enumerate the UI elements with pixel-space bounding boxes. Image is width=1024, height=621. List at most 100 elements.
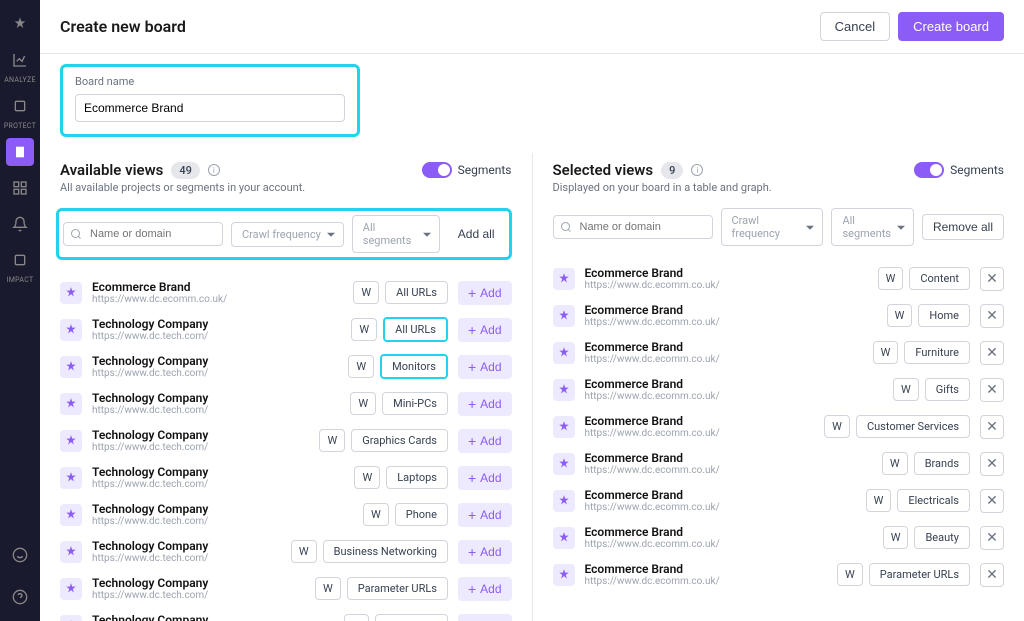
available-item: Technology Company https://www.dc.tech.c… (60, 607, 512, 621)
project-icon (60, 393, 82, 415)
available-list: Ecommerce Brand https://www.dc.ecomm.co.… (60, 274, 512, 621)
project-icon (60, 467, 82, 489)
project-name: Technology Company (92, 576, 305, 590)
project-name: Technology Company (92, 613, 334, 621)
remove-button[interactable]: ✕ (980, 526, 1004, 550)
source-chip: W (883, 526, 909, 549)
segments-toggle-selected[interactable] (914, 162, 944, 178)
add-button[interactable]: Add (458, 577, 512, 601)
remove-all-button[interactable]: Remove all (922, 214, 1004, 240)
add-button[interactable]: Add (458, 503, 512, 527)
remove-button[interactable]: ✕ (980, 378, 1004, 402)
add-button[interactable]: Add (458, 429, 512, 453)
project-url: https://www.dc.ecomm.co.uk/ (585, 280, 868, 291)
add-button[interactable]: Add (458, 466, 512, 490)
project-url: https://www.dc.ecomm.co.uk/ (585, 428, 815, 439)
remove-button[interactable]: ✕ (980, 489, 1004, 513)
add-button[interactable]: Add (458, 355, 512, 379)
selected-filter-row: Crawl frequency All segments Remove all (553, 208, 1005, 246)
available-item: Technology Company https://www.dc.tech.c… (60, 348, 512, 385)
segments-dropdown[interactable]: All segments (831, 208, 914, 246)
project-url: https://www.dc.ecomm.co.uk/ (585, 317, 877, 328)
project-icon (60, 504, 82, 526)
add-button[interactable]: Add (458, 614, 512, 621)
selected-item: Ecommerce Brand https://www.dc.ecomm.co.… (553, 334, 1005, 371)
segment-chip: Parameter URLs (869, 563, 970, 586)
segments-toggle-label: Segments (950, 163, 1004, 177)
segments-dropdown[interactable]: All segments (352, 215, 440, 253)
selected-item: Ecommerce Brand https://www.dc.ecomm.co.… (553, 519, 1005, 556)
board-name-field-wrap: Board name (60, 64, 360, 137)
remove-button[interactable]: ✕ (980, 415, 1004, 439)
segments-toggle-label: Segments (458, 163, 512, 177)
source-chip: W (348, 355, 374, 378)
remove-button[interactable]: ✕ (980, 452, 1004, 476)
board-name-input[interactable] (75, 94, 345, 122)
source-chip: W (353, 281, 379, 304)
sidebar-help[interactable] (6, 583, 34, 611)
available-item: Technology Company https://www.dc.tech.c… (60, 385, 512, 422)
project-url: https://www.dc.tech.com/ (92, 590, 305, 601)
sidebar-monitor[interactable] (6, 138, 34, 166)
cancel-button[interactable]: Cancel (820, 12, 890, 41)
source-chip: W (887, 304, 913, 327)
project-url: https://www.dc.ecomm.co.uk/ (92, 294, 343, 305)
info-icon[interactable]: i (208, 164, 220, 176)
selected-subtitle: Displayed on your board in a table and g… (553, 181, 1005, 194)
selected-item: Ecommerce Brand https://www.dc.ecomm.co.… (553, 297, 1005, 334)
sidebar-impact[interactable] (6, 246, 34, 274)
project-name: Ecommerce Brand (92, 280, 343, 294)
project-name: Ecommerce Brand (585, 451, 872, 465)
sidebar-impact-label: IMPACT (7, 276, 34, 284)
project-url: https://www.dc.tech.com/ (92, 405, 340, 416)
sidebar-smile[interactable] (6, 541, 34, 569)
available-item: Technology Company https://www.dc.tech.c… (60, 459, 512, 496)
project-name: Ecommerce Brand (585, 340, 863, 354)
available-item: Technology Company https://www.dc.tech.c… (60, 496, 512, 533)
selected-item: Ecommerce Brand https://www.dc.ecomm.co.… (553, 260, 1005, 297)
segment-chip: Laptops (386, 466, 448, 489)
sidebar-grid[interactable] (6, 174, 34, 202)
selected-item: Ecommerce Brand https://www.dc.ecomm.co.… (553, 445, 1005, 482)
selected-item: Ecommerce Brand https://www.dc.ecomm.co.… (553, 408, 1005, 445)
remove-button[interactable]: ✕ (980, 304, 1004, 328)
segment-chip: Mini-PCs (382, 392, 448, 415)
crawl-frequency-dropdown[interactable]: Crawl frequency (231, 222, 344, 247)
sidebar-notifications[interactable] (6, 210, 34, 238)
segments-toggle-available[interactable] (422, 162, 452, 178)
sidebar-analyze[interactable] (6, 46, 34, 74)
crawl-frequency-dropdown[interactable]: Crawl frequency (721, 208, 824, 246)
analyze-icon (12, 52, 28, 68)
protect-icon (12, 98, 28, 114)
sidebar-logo[interactable] (6, 10, 34, 38)
info-icon[interactable]: i (691, 164, 703, 176)
source-chip: W (315, 577, 341, 600)
remove-button[interactable]: ✕ (980, 341, 1004, 365)
segment-chip: Home (918, 304, 970, 327)
segment-chip: Electricals (375, 614, 448, 621)
remove-button[interactable]: ✕ (980, 563, 1004, 587)
add-button[interactable]: Add (458, 281, 512, 305)
source-chip: W (319, 429, 345, 452)
add-button[interactable]: Add (458, 318, 512, 342)
project-name: Technology Company (92, 539, 281, 553)
add-button[interactable]: Add (458, 540, 512, 564)
project-url: https://www.dc.tech.com/ (92, 553, 281, 564)
add-all-button[interactable]: Add all (448, 222, 505, 246)
add-button[interactable]: Add (458, 392, 512, 416)
create-board-button[interactable]: Create board (898, 12, 1004, 41)
project-url: https://www.dc.ecomm.co.uk/ (585, 391, 883, 402)
project-url: https://www.dc.ecomm.co.uk/ (585, 465, 872, 476)
source-chip: W (893, 378, 919, 401)
source-chip: W (837, 563, 863, 586)
remove-button[interactable]: ✕ (980, 267, 1004, 291)
source-chip: W (873, 341, 899, 364)
selected-search-input[interactable] (553, 215, 713, 239)
project-icon (553, 379, 575, 401)
source-chip: W (882, 452, 908, 475)
project-icon (553, 416, 575, 438)
project-name: Ecommerce Brand (585, 525, 873, 539)
sidebar-protect[interactable] (6, 92, 34, 120)
source-chip: W (363, 503, 389, 526)
available-search-input[interactable] (63, 222, 223, 246)
